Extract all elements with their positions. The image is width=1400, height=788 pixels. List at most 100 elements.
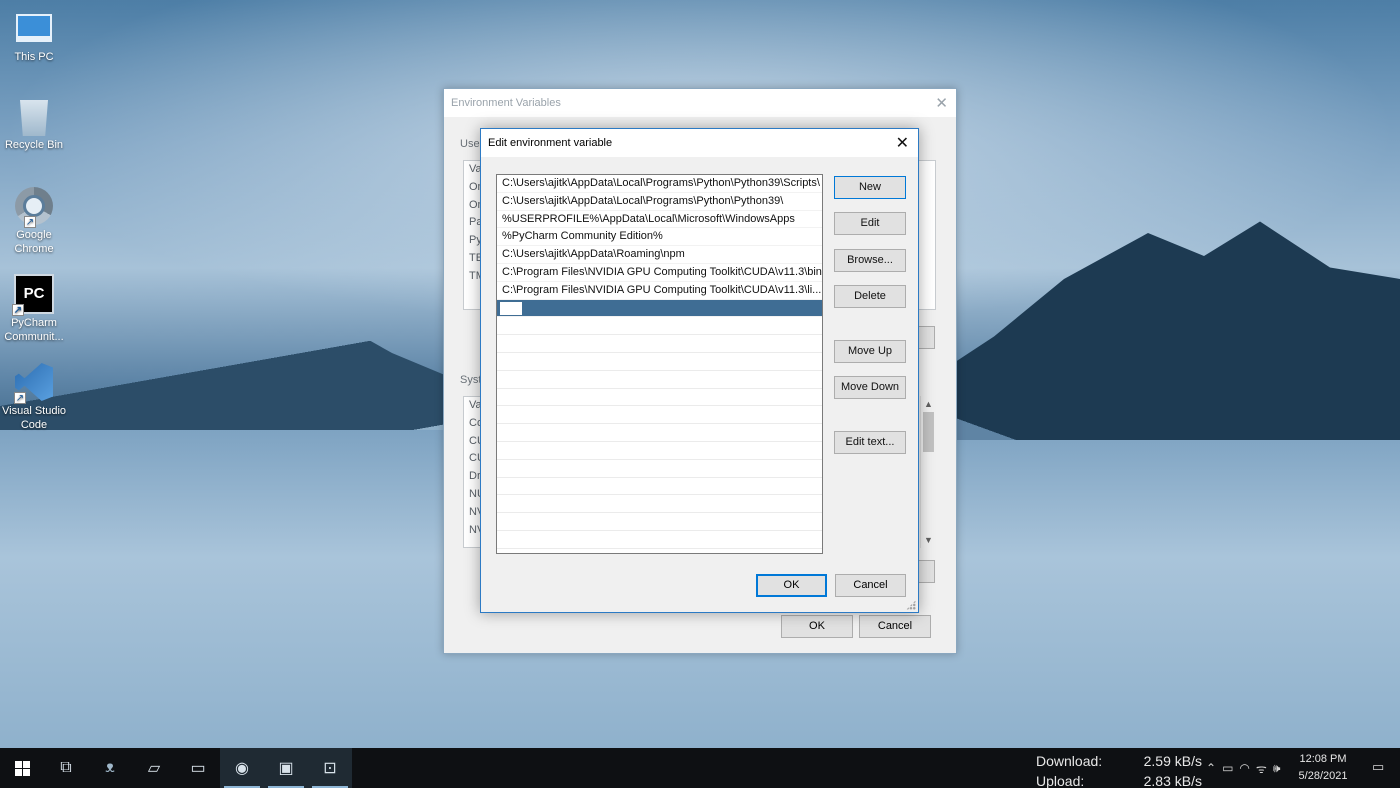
system-variables-scrollbar[interactable]: ▲ ▼ [920,396,936,548]
start-button[interactable] [0,748,44,788]
desktop-icon-label: This PC [14,51,54,63]
desktop-icon-pycharm[interactable]: PC ↗ PyCharm Communit... [2,274,66,344]
taskbar-app-file-explorer[interactable]: ▭ [176,748,220,788]
path-entry-empty[interactable] [497,389,822,407]
task-view-icon: ⧉ [60,759,72,776]
scrollbar-thumb[interactable] [923,412,934,452]
path-entry-empty[interactable] [497,406,822,425]
close-icon[interactable]: ✕ [896,133,909,153]
notes-icon: ▱ [147,760,161,777]
taskbar-app-terminal[interactable]: ▣ [264,748,308,788]
path-entry-empty[interactable] [497,353,822,371]
path-entry-empty[interactable] [497,442,822,460]
delete-button[interactable]: Delete [834,285,906,308]
new-button[interactable]: New [834,176,906,199]
path-entry[interactable]: %USERPROFILE%\AppData\Local\Microsoft\Wi… [497,211,822,229]
path-entry-empty[interactable] [497,478,822,496]
resize-grip-icon[interactable] [906,600,916,610]
ok-button[interactable]: OK [756,574,827,597]
path-entry-empty[interactable] [497,549,822,553]
path-entry[interactable]: C:\Program Files\NVIDIA GPU Computing To… [497,264,822,282]
desktop-icon-this-pc[interactable]: This PC [2,8,66,64]
chevron-up-icon[interactable]: ⌃ [1206,761,1216,775]
list-item[interactable]: TE [464,250,480,268]
path-entry-empty[interactable] [497,531,822,549]
system-variables-button-edge [919,560,935,583]
edit-text-button[interactable]: Edit text... [834,431,906,454]
network-speed-values: 2.59 kB/s 2.83 kB/s [1132,751,1202,788]
edit-environment-variable-dialog: Edit environment variable ✕ C:\Users\aji… [480,128,919,613]
browse-button[interactable]: Browse... [834,249,906,272]
path-edit-input[interactable] [499,300,523,316]
upload-label: Upload: [1036,773,1085,788]
terminal-icon: ▣ [278,760,294,777]
list-item[interactable]: TM [464,268,480,286]
path-entry-empty[interactable] [497,424,822,442]
user-variables-list[interactable]: Va On On Pa Py TE TM [463,160,481,310]
list-item[interactable]: NV [464,522,480,540]
env-ok-button[interactable]: OK [781,615,853,638]
path-entry-empty[interactable] [497,513,822,531]
battery-icon[interactable]: ▭ [1222,761,1233,775]
taskbar-clock[interactable]: 12:08 PM 5/28/2021 [1290,751,1356,785]
network-icon[interactable]: ◠ [1239,761,1249,775]
list-item[interactable]: Va [464,161,480,179]
path-entry[interactable]: %PyCharm Community Edition% [497,228,822,247]
desktop-icon-label: Visual Studio Code [2,405,67,431]
volume-icon[interactable]: 🕪 [1273,761,1281,776]
recycle-bin-icon [20,100,48,136]
clock-date: 5/28/2021 [1298,770,1348,782]
path-entry[interactable]: C:\Program Files\NVIDIA GPU Computing To… [497,282,822,300]
chevron-up-icon[interactable]: ▲ [921,396,936,412]
path-entry[interactable]: C:\Users\ajitk\AppData\Local\Programs\Py… [497,175,822,193]
path-entry[interactable]: C:\Users\ajitk\AppData\Roaming\npm [497,246,822,264]
wifi-icon[interactable]: ᯤ [1256,760,1267,777]
path-entry-empty[interactable] [497,460,822,478]
shortcut-arrow-icon: ↗ [14,392,26,404]
pycharm-icon: PC ↗ [12,274,54,316]
list-item[interactable]: NV [464,504,480,522]
list-item[interactable]: On [464,197,480,215]
shortcut-arrow-icon: ↗ [24,216,36,228]
path-entry-empty[interactable] [497,495,822,514]
taskbar-app-notes[interactable]: ▱ [132,748,176,788]
path-entry-empty[interactable] [497,371,822,389]
desktop-icon-recycle-bin[interactable]: Recycle Bin [2,96,66,152]
list-item[interactable]: CU [464,433,480,451]
move-down-button[interactable]: Move Down [834,376,906,399]
system-tray: ⌃ ▭ ◠ ᯤ 🕪 [1206,748,1280,788]
edit-button[interactable]: Edit [834,212,906,235]
user-variables-list-edge [919,160,936,310]
chevron-down-icon[interactable]: ▼ [921,532,936,548]
list-item[interactable]: NU [464,486,480,504]
close-icon[interactable]: ✕ [935,94,948,112]
desktop-icon-chrome[interactable]: ↗ Google Chrome [2,186,66,256]
cancel-button[interactable]: Cancel [835,574,906,597]
list-item[interactable]: CU [464,450,480,468]
list-item[interactable]: Va [464,397,480,415]
list-item[interactable]: On [464,179,480,197]
path-entry-empty[interactable] [497,317,822,336]
desktop-icon-label: Google Chrome [14,229,54,255]
list-item[interactable]: Py [464,232,480,250]
system-variables-list[interactable]: Va Co CU CU Dr NU NV NV [463,396,481,548]
desktop-icon-vscode[interactable]: ↗ Visual Studio Code [2,362,66,432]
move-up-button[interactable]: Move Up [834,340,906,363]
gaming-logo-icon: ᴥ [105,759,115,776]
taskbar-app-armoury[interactable]: ᴥ [88,748,132,788]
notification-center-icon[interactable]: ▭ [1372,759,1384,775]
path-entry-selected[interactable] [497,299,822,318]
env-cancel-button[interactable]: Cancel [859,615,931,638]
list-item[interactable]: Dr [464,468,480,486]
task-view-button[interactable]: ⧉ [44,748,88,788]
path-entry-empty[interactable] [497,335,822,353]
taskbar-app-system-properties[interactable]: ⊡ [308,748,352,788]
taskbar-app-chrome[interactable]: ◉ [220,748,264,788]
list-item[interactable]: Co [464,415,480,433]
computer-icon [16,14,52,42]
network-speed-labels: Download: Upload: [1036,751,1102,788]
path-entries-list[interactable]: C:\Users\ajitk\AppData\Local\Programs\Py… [496,174,823,554]
path-entry[interactable]: C:\Users\ajitk\AppData\Local\Programs\Py… [497,193,822,211]
download-label: Download: [1036,753,1103,769]
list-item[interactable]: Pa [464,214,480,232]
